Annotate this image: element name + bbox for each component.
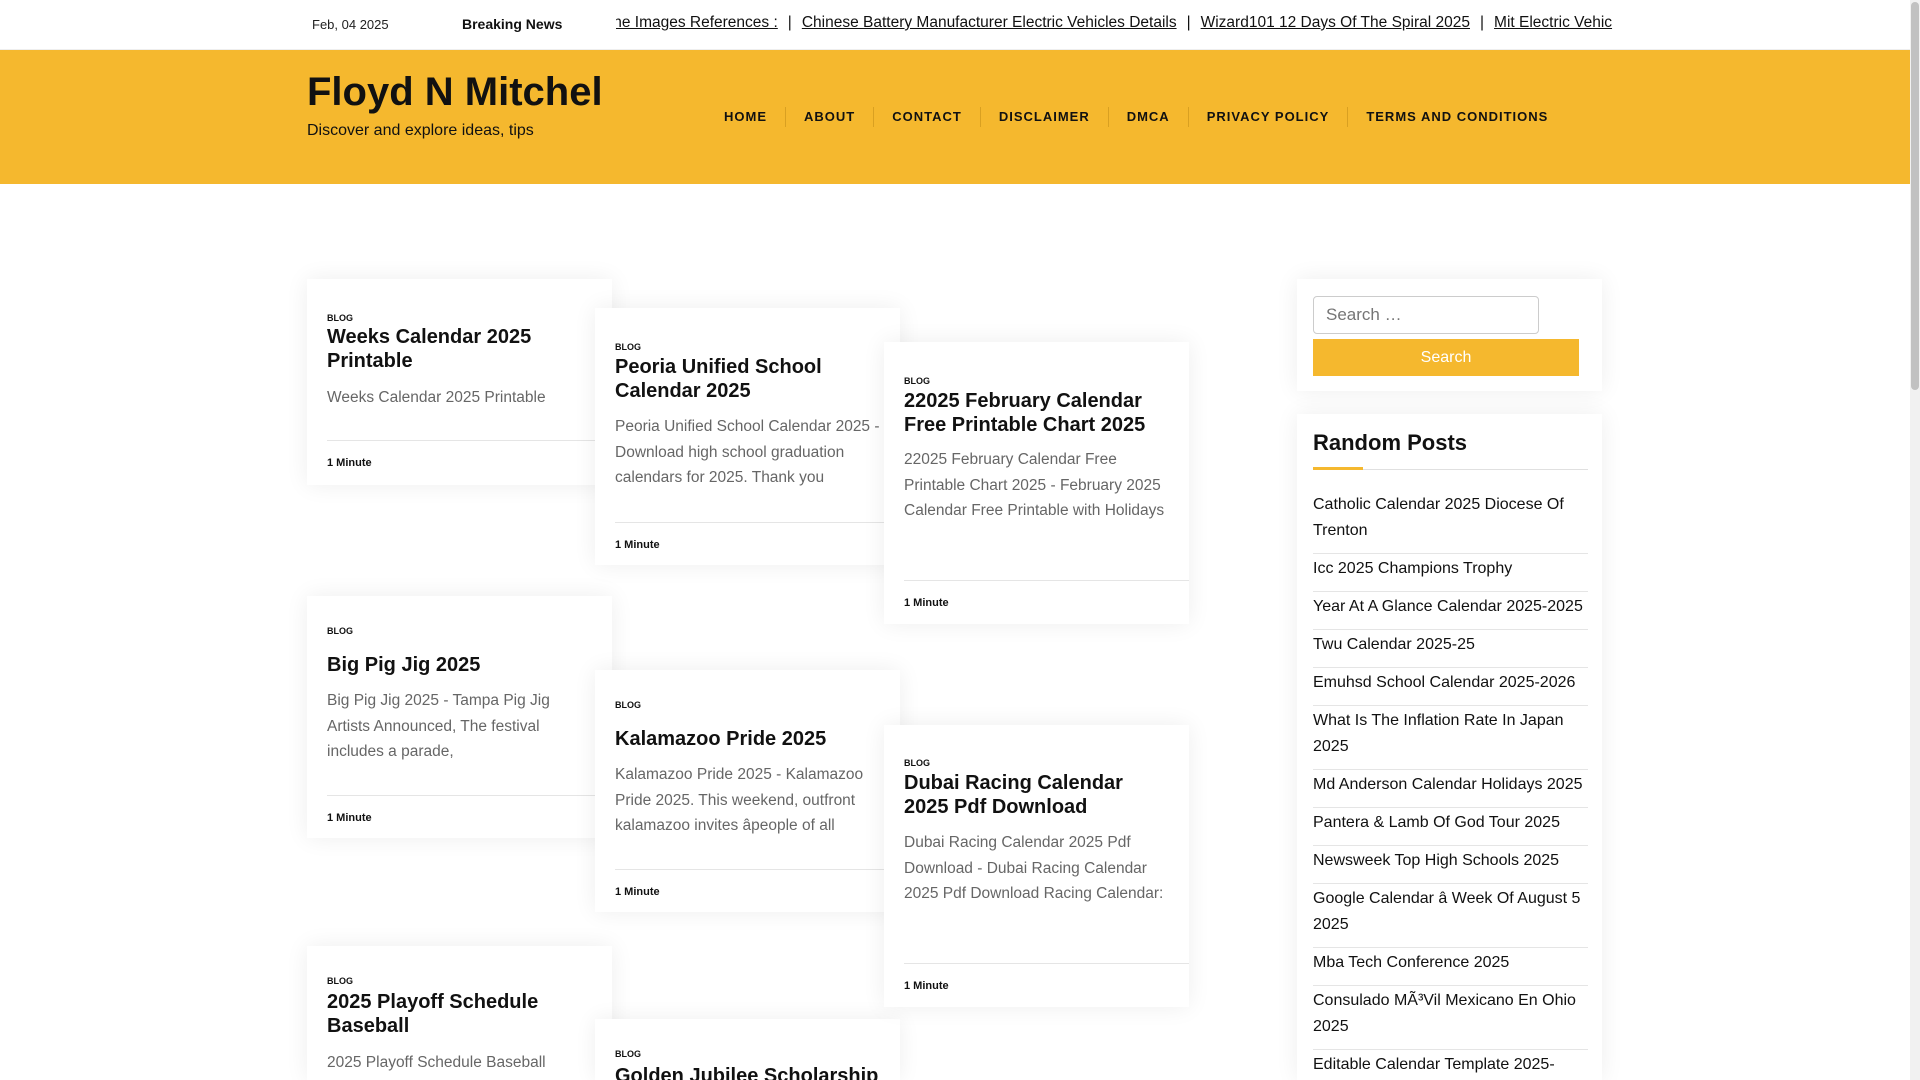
post-card: BLOG Weeks Calendar 2025 Printable Weeks… — [307, 279, 612, 485]
post-card: BLOG 2025 Playoff Schedule Baseball 2025… — [307, 946, 612, 1080]
card-divider — [327, 795, 612, 796]
nav-dmca[interactable]: DMCA — [1109, 107, 1189, 127]
random-post-link[interactable]: Consulado MÃ³Vil Mexicano En Ohio 2025 — [1313, 986, 1588, 1050]
site-header: Floyd N Mitchel Discover and explore ide… — [0, 50, 1910, 184]
ticker-separator: | — [787, 14, 792, 31]
post-category[interactable]: BLOG — [327, 976, 353, 986]
random-post-link[interactable]: Emuhsd School Calendar 2025-2026 — [1313, 668, 1588, 706]
post-title[interactable]: 2025 Playoff Schedule Baseball — [327, 990, 594, 1038]
post-card: BLOG Dubai Racing Calendar 2025 Pdf Down… — [884, 725, 1189, 1007]
site-title[interactable]: Floyd N Mitchel — [307, 70, 603, 115]
search-input[interactable] — [1313, 296, 1539, 334]
ticker-separator: | — [1186, 14, 1191, 31]
read-time: 1 Minute — [615, 539, 660, 551]
breaking-news-label: Breaking News — [462, 16, 563, 32]
nav-about[interactable]: ABOUT — [786, 107, 875, 127]
random-post-link[interactable]: Newsweek Top High Schools 2025 — [1313, 846, 1588, 884]
post-category[interactable]: BLOG — [615, 1049, 641, 1059]
nav-disclaimer[interactable]: DISCLAIMER — [981, 107, 1109, 127]
post-title[interactable]: Big Pig Jig 2025 — [327, 653, 594, 677]
random-posts-list: Catholic Calendar 2025 Diocese Of Trento… — [1313, 490, 1588, 1080]
post-title[interactable]: Dubai Racing Calendar 2025 Pdf Download — [904, 771, 1171, 819]
random-posts-title: Random Posts — [1313, 430, 1468, 455]
nav-privacy-policy[interactable]: PRIVACY POLICY — [1189, 107, 1349, 127]
page-scrollbar[interactable] — [1910, 0, 1920, 1080]
current-date: Feb, 04 2025 — [312, 17, 389, 32]
site-tagline: Discover and explore ideas, tips — [307, 122, 534, 139]
random-post-link[interactable]: Google Calendar â Week Of August 5 2025 — [1313, 884, 1588, 948]
main-nav: HOME ABOUT CONTACT DISCLAIMER DMCA PRIVA… — [706, 107, 1566, 127]
nav-terms-and-conditions[interactable]: TERMS AND CONDITIONS — [1348, 107, 1566, 127]
post-excerpt: 22025 February Calendar Free Printable C… — [904, 451, 1165, 519]
nav-contact[interactable]: CONTACT — [874, 107, 981, 127]
post-title[interactable]: Weeks Calendar 2025 Printable — [327, 325, 594, 373]
random-post-link[interactable]: Mba Tech Conference 2025 — [1313, 948, 1588, 986]
random-post-link[interactable]: Catholic Calendar 2025 Diocese Of Trento… — [1313, 490, 1588, 554]
post-title[interactable]: Kalamazoo Pride 2025 — [615, 727, 882, 751]
random-post-link[interactable]: Twu Calendar 2025-25 — [1313, 630, 1588, 668]
post-card: BLOG Golden Jubilee Scholarship — [595, 1019, 900, 1080]
post-card: BLOG Kalamazoo Pride 2025 Kalamazoo Prid… — [595, 670, 900, 912]
card-divider — [615, 869, 900, 870]
post-title[interactable]: Golden Jubilee Scholarship — [615, 1064, 882, 1080]
post-category[interactable]: BLOG — [615, 342, 641, 352]
ticker-link[interactable]: Mit Electric Vehic — [1494, 14, 1612, 31]
post-excerpt: Kalamazoo Pride 2025 - Kalamazoo Pride 2… — [615, 766, 864, 834]
breaking-news-ticker: raine Images References : | Chinese Batter… — [616, 14, 1662, 38]
ticker-separator: | — [1480, 14, 1485, 31]
random-post-link[interactable]: Year At A Glance Calendar 2025-2025 — [1313, 592, 1588, 630]
read-time: 1 Minute — [327, 812, 372, 824]
post-excerpt: Dubai Racing Calendar 2025 Pdf Download … — [904, 834, 1164, 902]
post-excerpt: 2025 Playoff Schedule Baseball — [327, 1054, 546, 1071]
post-excerpt: Peoria Unified School Calendar 2025 - Do… — [615, 418, 880, 486]
read-time: 1 Minute — [327, 457, 372, 469]
search-button[interactable]: Search — [1313, 339, 1579, 376]
title-underline-accent — [1313, 467, 1363, 470]
post-category[interactable]: BLOG — [327, 626, 353, 636]
scrollbar-thumb[interactable] — [1911, 2, 1919, 390]
read-time: 1 Minute — [904, 980, 949, 992]
card-divider — [327, 440, 612, 441]
post-card: BLOG Big Pig Jig 2025 Big Pig Jig 2025 -… — [307, 596, 612, 838]
post-title[interactable]: 22025 February Calendar Free Printable C… — [904, 389, 1171, 437]
nav-home[interactable]: HOME — [706, 107, 786, 127]
post-category[interactable]: BLOG — [904, 376, 930, 386]
random-post-link[interactable]: Md Anderson Calendar Holidays 2025 — [1313, 770, 1588, 808]
random-post-link[interactable]: What Is The Inflation Rate In Japan 2025 — [1313, 706, 1588, 770]
post-category[interactable]: BLOG — [615, 700, 641, 710]
ticker-link[interactable]: Chinese Battery Manufacturer Electric Ve… — [802, 14, 1177, 31]
read-time: 1 Minute — [904, 597, 949, 609]
card-divider — [904, 963, 1189, 964]
post-category[interactable]: BLOG — [327, 313, 353, 323]
top-bar: Feb, 04 2025 Breaking News raine Images … — [0, 0, 1910, 50]
post-excerpt: Weeks Calendar 2025 Printable — [327, 389, 546, 406]
post-excerpt: Big Pig Jig 2025 - Tampa Pig Jig Artists… — [327, 692, 550, 760]
ticker-link[interactable]: raine Images References : — [616, 14, 778, 31]
post-category[interactable]: BLOG — [904, 758, 930, 768]
post-card: BLOG 22025 February Calendar Free Printa… — [884, 342, 1189, 624]
post-title[interactable]: Peoria Unified School Calendar 2025 — [615, 355, 882, 403]
random-post-link[interactable]: Pantera & Lamb Of God Tour 2025 — [1313, 808, 1588, 846]
card-divider — [615, 522, 900, 523]
post-card: BLOG Peoria Unified School Calendar 2025… — [595, 308, 900, 565]
read-time: 1 Minute — [615, 886, 660, 898]
card-divider — [904, 580, 1189, 581]
random-post-link[interactable]: Editable Calendar Template 2025-2025 — [1313, 1050, 1588, 1080]
random-post-link[interactable]: Icc 2025 Champions Trophy — [1313, 554, 1588, 592]
ticker-link[interactable]: Wizard101 12 Days Of The Spiral 2025 — [1201, 14, 1470, 31]
